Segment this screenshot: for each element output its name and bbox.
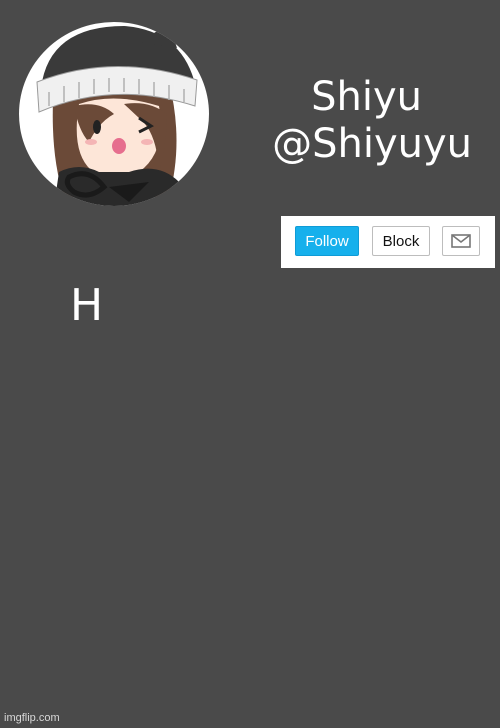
user-handle: @Shiyuyu (272, 121, 472, 167)
follow-button[interactable]: Follow (295, 226, 359, 256)
display-name: Shiyu (311, 74, 422, 120)
post-text: H (70, 280, 104, 331)
avatar (19, 22, 209, 206)
message-button[interactable] (442, 226, 480, 256)
block-button[interactable]: Block (372, 226, 430, 256)
avatar-drawing (36, 24, 198, 206)
watermark: imgflip.com (4, 712, 60, 724)
profile-actions: Follow Block (281, 216, 495, 268)
envelope-icon (451, 234, 471, 248)
